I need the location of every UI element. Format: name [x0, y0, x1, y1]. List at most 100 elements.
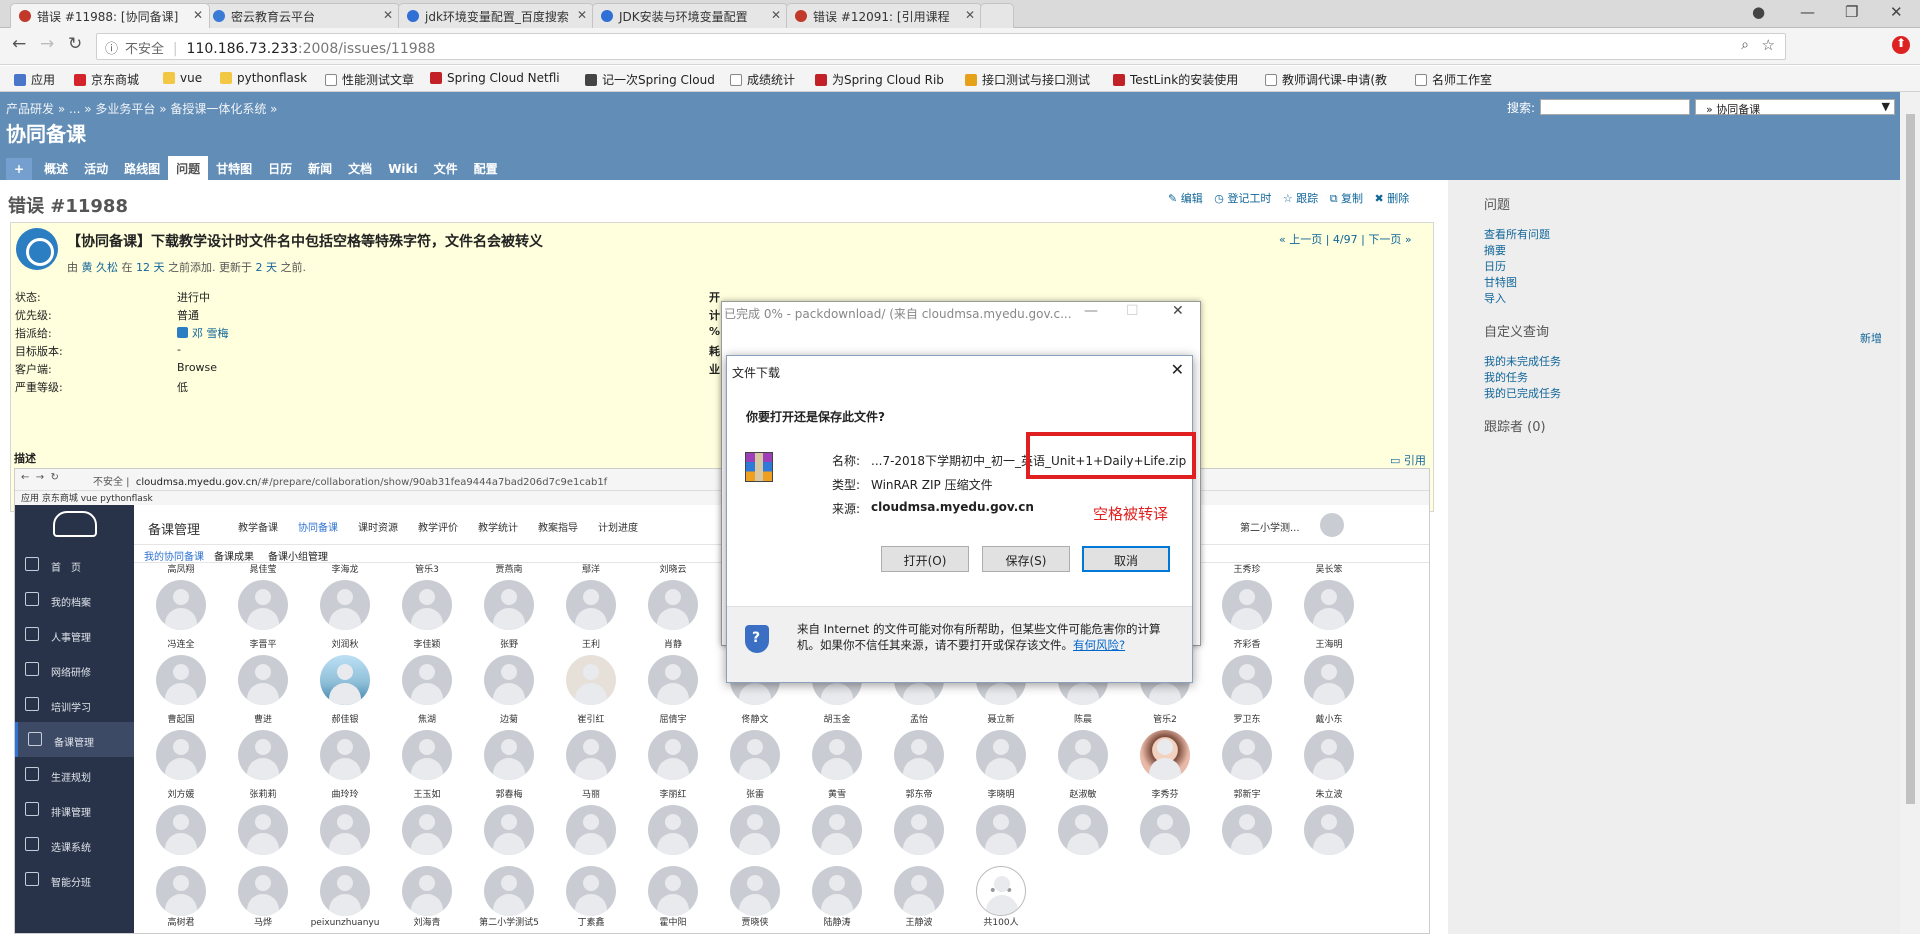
bookmark-teacher[interactable]: 教师调代课-申请(教 — [1265, 71, 1387, 88]
link-all-issues[interactable]: 查看所有问题 — [1484, 227, 1864, 243]
scrollbar-thumb[interactable] — [1906, 114, 1915, 804]
bookmark-star-icon[interactable]: ☆ — [1762, 36, 1775, 54]
link-import[interactable]: 导入 — [1484, 291, 1864, 307]
menu-settings[interactable]: 配置 — [466, 156, 506, 180]
save-button[interactable]: 保存(S) — [982, 546, 1070, 572]
back-icon[interactable]: ← — [12, 34, 26, 54]
watch-link[interactable]: ☆ 跟踪 — [1283, 192, 1318, 205]
updated-link[interactable]: 2 天 — [256, 261, 278, 274]
forward-icon[interactable]: → — [40, 34, 54, 54]
extension-icon[interactable]: ⬆ — [1892, 36, 1910, 54]
log-time-link[interactable]: ◷ 登记工时 — [1214, 192, 1271, 205]
tab-baidu[interactable]: jdk环境变量配置_百度搜索 ✕ — [398, 3, 594, 28]
member-avatar — [1058, 805, 1108, 855]
menu-new-object[interactable]: + — [6, 158, 33, 182]
menu-activity[interactable]: 活动 — [76, 156, 116, 180]
member-cell: 边菊 — [474, 713, 544, 780]
bookmark-spring-cloud[interactable]: 记一次Spring Cloud — [585, 71, 715, 88]
minimize-icon[interactable]: — — [1084, 303, 1098, 319]
menu-issues[interactable]: 问题 — [168, 156, 209, 180]
menu-gantt[interactable]: 甘特图 — [208, 156, 260, 180]
embedded-nav-icons: ← → ↻ — [21, 472, 59, 483]
reload-icon[interactable]: ↻ — [68, 34, 82, 54]
link-gantt[interactable]: 甘特图 — [1484, 275, 1864, 291]
menu-files[interactable]: 文件 — [426, 156, 466, 180]
cancel-button[interactable]: 取消 — [1082, 546, 1170, 572]
menu-calendar[interactable]: 日历 — [260, 156, 300, 180]
query-my-tasks[interactable]: 我的任务 — [1484, 370, 1864, 386]
member-avatar — [156, 730, 206, 780]
member-name: 孟怡 — [909, 715, 928, 725]
page-scrollbar[interactable] — [1900, 92, 1920, 934]
close-window-icon[interactable]: ✕ — [1890, 3, 1903, 21]
bookmark-vue[interactable]: vue — [163, 71, 202, 85]
tab-issue-11988[interactable]: 错误 #11988: [协同备课] ✕ — [10, 3, 210, 28]
copy-link[interactable]: ⧉ 复制 — [1330, 192, 1363, 205]
member-cell: 冯连全 — [146, 638, 216, 705]
tab-jdk[interactable]: JDK安装与环境变量配置 ✕ — [592, 3, 788, 28]
edit-link[interactable]: ✎ 编辑 — [1168, 192, 1203, 205]
bookmark-spring-netflix[interactable]: Spring Cloud Netfli — [430, 71, 560, 85]
issue-pagination[interactable]: « 上一页 | 4/97 | 下一页 » — [1279, 231, 1412, 247]
breadcrumb[interactable]: 产品研发 » ... » 多业务平台 » 备授课一体化系统 » — [6, 100, 278, 117]
new-tab-button[interactable] — [980, 3, 1014, 28]
member-avatar — [566, 580, 616, 630]
more-members-icon[interactable]: ••• — [976, 866, 1026, 916]
bookmark-pythonflask[interactable]: pythonflask — [220, 71, 307, 85]
member-name: 李佳颖 — [413, 640, 441, 650]
member-name: 陆静涛 — [823, 918, 851, 928]
restore-icon[interactable]: ❐ — [1845, 3, 1858, 21]
member-avatar — [1304, 805, 1354, 855]
address-bar[interactable]: ⓘ 不安全 | 110.186.73.233:2008/issues/11988… — [96, 33, 1786, 60]
member-name: 戴小东 — [1315, 715, 1343, 725]
close-tab-icon[interactable]: ✕ — [965, 8, 975, 22]
assignee-value[interactable]: 邓 雪梅 — [177, 325, 229, 341]
member-avatar — [648, 866, 698, 916]
add-watcher-link[interactable]: 新增 — [1860, 331, 1882, 347]
profile-icon[interactable]: ● — [1752, 3, 1765, 21]
member-avatar — [976, 730, 1026, 780]
bookmark-jd[interactable]: 京东商城 — [74, 71, 139, 88]
embedded-nav-item: 首 页 — [15, 547, 134, 582]
menu-documents[interactable]: 文档 — [340, 156, 380, 180]
close-tab-icon[interactable]: ✕ — [383, 8, 393, 22]
close-tab-icon[interactable]: ✕ — [577, 8, 587, 22]
menu-wiki[interactable]: Wiki — [380, 158, 425, 182]
author-link[interactable]: 黄 久松 — [82, 261, 119, 274]
close-icon[interactable]: ✕ — [1171, 360, 1184, 379]
link-summary[interactable]: 摘要 — [1484, 243, 1864, 259]
search-input[interactable] — [1540, 99, 1690, 115]
bookmark-studio[interactable]: 名师工作室 — [1415, 71, 1492, 88]
bookmark-ribbon[interactable]: 为Spring Cloud Rib — [815, 71, 944, 88]
quote-link[interactable]: ▭ 引用 — [1390, 452, 1426, 468]
bookmark-scores[interactable]: 成绩统计 — [730, 71, 795, 88]
member-name: 第二小学测试5 — [479, 918, 539, 928]
close-tab-icon[interactable]: ✕ — [193, 8, 203, 22]
bookmark-perf[interactable]: 性能测试文章 — [325, 71, 414, 88]
open-button[interactable]: 打开(O) — [881, 546, 969, 572]
menu-roadmap[interactable]: 路线图 — [116, 156, 168, 180]
minimize-icon[interactable]: — — [1800, 3, 1815, 21]
tab-issue-12091[interactable]: 错误 #12091: [引用课程 ✕ — [786, 3, 982, 28]
created-link[interactable]: 12 天 — [136, 261, 165, 274]
member-name: 冯连全 — [167, 640, 195, 650]
delete-link[interactable]: ✖ 删除 — [1375, 192, 1410, 205]
tab-miyun[interactable]: 密云教育云平台 ✕ — [204, 3, 400, 28]
embedded-tab: 教学评价 — [418, 523, 458, 534]
risk-link[interactable]: 有何风险? — [1073, 638, 1125, 652]
query-my-done[interactable]: 我的已完成任务 — [1484, 386, 1864, 402]
menu-overview[interactable]: 概述 — [36, 156, 76, 180]
member-cell: 曹进 — [228, 713, 298, 780]
project-jump-select[interactable]: » 协同备课 ▼ — [1695, 99, 1895, 116]
menu-news[interactable]: 新闻 — [300, 156, 340, 180]
bookmark-apps[interactable]: 应用 — [14, 71, 55, 88]
close-icon[interactable]: ✕ — [1172, 303, 1184, 319]
zoom-icon[interactable]: ⌕ — [1741, 37, 1749, 53]
member-avatar — [484, 805, 534, 855]
member-cell: 李晓明 — [966, 788, 1036, 855]
close-tab-icon[interactable]: ✕ — [771, 8, 781, 22]
bookmark-api-test[interactable]: 接口测试与接口测试 — [965, 71, 1090, 88]
link-calendar[interactable]: 日历 — [1484, 259, 1864, 275]
bookmark-testlink[interactable]: TestLink的安装使用 — [1113, 71, 1238, 88]
query-my-open[interactable]: 我的未完成任务 — [1484, 354, 1864, 370]
